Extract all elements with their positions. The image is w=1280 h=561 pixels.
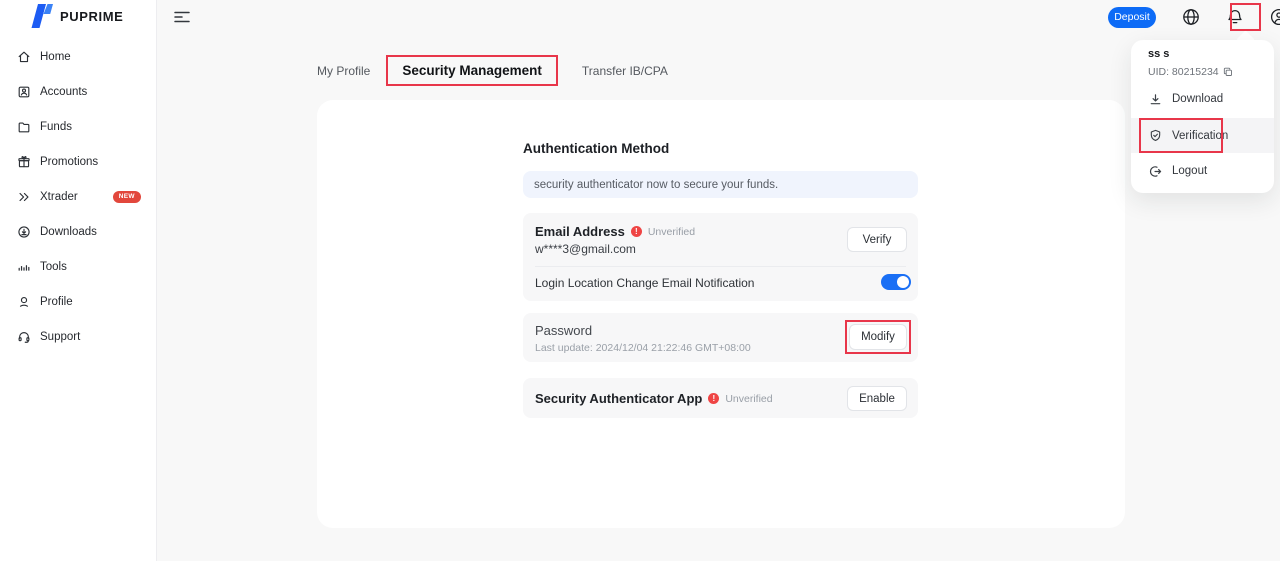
downloads-icon: [17, 225, 31, 239]
sidebar-item-accounts[interactable]: Accounts: [0, 74, 156, 109]
authenticator-title: Security Authenticator App: [535, 391, 702, 406]
sidebar-item-label: Profile: [40, 296, 73, 308]
login-notification-toggle[interactable]: [881, 274, 911, 290]
security-notice-text: security authenticator now to secure you…: [534, 179, 778, 191]
sidebar-item-label: Xtrader: [40, 191, 78, 203]
support-icon: [17, 330, 31, 344]
password-last-update: Last update: 2024/12/04 21:22:46 GMT+08:…: [535, 342, 751, 354]
security-notice-banner: security authenticator now to secure you…: [523, 171, 918, 198]
profile-icon: [17, 295, 31, 309]
menu-item-label: Download: [1172, 93, 1223, 105]
tab-security-management[interactable]: Security Management: [402, 63, 542, 78]
user-name: ss s: [1148, 48, 1169, 60]
authenticator-status-badge: Unverified: [725, 393, 772, 405]
sidebar-item-downloads[interactable]: Downloads: [0, 214, 156, 249]
user-uid: UID: 80215234: [1148, 66, 1219, 78]
new-badge: NEW: [113, 191, 141, 203]
profile-tabs: My Profile Security Management Transfer …: [317, 55, 668, 86]
brand-logo-icon: [30, 3, 54, 29]
content-card: Authentication Method security authentic…: [317, 100, 1125, 528]
sidebar-item-funds[interactable]: Funds: [0, 109, 156, 144]
annotation-box-modify: Modify: [845, 320, 911, 354]
user-avatar-icon[interactable]: [1270, 8, 1280, 26]
toggle-knob: [897, 276, 909, 288]
alert-icon: !: [631, 226, 642, 237]
tab-my-profile[interactable]: My Profile: [317, 56, 370, 86]
annotation-box-avatar: [1230, 3, 1261, 31]
home-icon: [17, 50, 31, 64]
password-title: Password: [535, 323, 592, 338]
sidebar-item-label: Support: [40, 331, 80, 343]
password-section: Password Last update: 2024/12/04 21:22:4…: [523, 313, 918, 362]
menu-item-label: Verification: [1172, 130, 1228, 142]
tab-transfer-ib-cpa[interactable]: Transfer IB/CPA: [582, 56, 668, 86]
funds-icon: [17, 120, 31, 134]
modify-button[interactable]: Modify: [849, 324, 907, 350]
copy-icon[interactable]: [1223, 67, 1233, 77]
login-notification-label: Login Location Change Email Notification: [535, 276, 754, 290]
sidebar-item-tools[interactable]: Tools: [0, 249, 156, 284]
sidebar-item-support[interactable]: Support: [0, 319, 156, 354]
sidebar-item-xtrader[interactable]: Xtrader NEW: [0, 179, 156, 214]
authenticator-section: Security Authenticator App ! Unverified …: [523, 378, 918, 418]
sidebar-item-home[interactable]: Home: [0, 39, 156, 74]
user-uid-row: UID: 80215234: [1148, 66, 1233, 78]
menu-item-verification[interactable]: Verification: [1131, 118, 1274, 153]
brand-name: PUPRIME: [60, 9, 123, 24]
promotions-icon: [17, 155, 31, 169]
language-globe-icon[interactable]: [1182, 8, 1200, 26]
sidebar-item-promotions[interactable]: Promotions: [0, 144, 156, 179]
user-menu: ss s UID: 80215234 Download Verification…: [1131, 40, 1274, 193]
email-status-badge: Unverified: [648, 226, 695, 238]
tools-icon: [17, 260, 31, 274]
annotation-box-security-tab: Security Management: [386, 55, 558, 86]
email-title: Email Address: [535, 224, 625, 239]
sidebar-item-label: Funds: [40, 121, 72, 133]
menu-item-logout[interactable]: Logout: [1131, 161, 1274, 181]
menu-item-download[interactable]: Download: [1131, 89, 1274, 109]
download-icon: [1149, 93, 1162, 106]
enable-button[interactable]: Enable: [847, 386, 907, 411]
menu-toggle-icon[interactable]: [173, 9, 191, 25]
authenticator-title-row: Security Authenticator App ! Unverified: [535, 391, 773, 406]
xtrader-icon: [17, 190, 31, 204]
page-title: Authentication Method: [523, 141, 669, 156]
sidebar-item-label: Home: [40, 51, 71, 63]
menu-item-label: Logout: [1172, 165, 1207, 177]
sidebar-nav: Home Accounts Funds Promotions Xtrader N…: [0, 39, 156, 354]
sidebar: PUPRIME Home Accounts Funds Promotions X…: [0, 0, 157, 561]
brand-logo: PUPRIME: [30, 3, 123, 29]
shield-check-icon: [1149, 129, 1162, 142]
accounts-icon: [17, 85, 31, 99]
email-value: w****3@gmail.com: [535, 242, 636, 256]
sidebar-item-profile[interactable]: Profile: [0, 284, 156, 319]
verify-button[interactable]: Verify: [847, 227, 907, 252]
divider: [535, 266, 906, 267]
email-section: Email Address ! Unverified w****3@gmail.…: [523, 213, 918, 301]
alert-icon: !: [708, 393, 719, 404]
sidebar-item-label: Downloads: [40, 226, 97, 238]
deposit-button[interactable]: Deposit: [1108, 7, 1156, 28]
sidebar-item-label: Accounts: [40, 86, 87, 98]
logout-icon: [1149, 165, 1162, 178]
email-title-row: Email Address ! Unverified: [535, 224, 695, 239]
sidebar-item-label: Tools: [40, 261, 67, 273]
sidebar-item-label: Promotions: [40, 156, 98, 168]
